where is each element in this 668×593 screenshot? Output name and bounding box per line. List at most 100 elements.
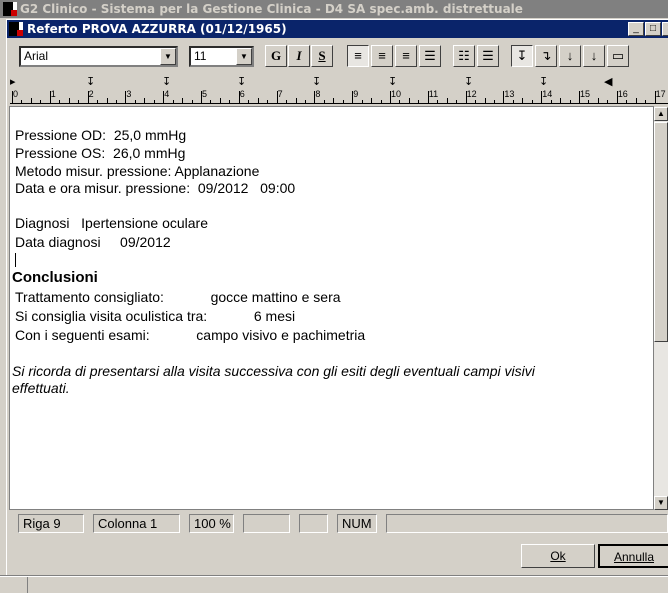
tab-stop-marker[interactable]: ↧ <box>539 75 548 88</box>
tab-stop-marker[interactable]: ↧ <box>86 75 95 88</box>
app-title-bar: G2 Clinico - Sistema per la Gestione Cli… <box>0 0 668 18</box>
note-line: effettuati. <box>12 380 70 396</box>
tab-stop-marker[interactable]: ↧ <box>237 75 246 88</box>
strike-button[interactable]: S <box>311 45 333 67</box>
status-column: Colonna 1 <box>93 514 180 533</box>
ruler-tick <box>361 100 363 103</box>
scroll-thumb[interactable] <box>654 122 668 342</box>
tab-stop-marker[interactable]: ↧ <box>388 75 397 88</box>
ruler-tick <box>569 100 571 103</box>
text-line: Metodo misur. pressione: Applanazione <box>15 163 260 179</box>
tab-stop-marker[interactable]: ↧ <box>464 75 473 88</box>
ruler-label: 15 <box>580 89 591 99</box>
ruler-tick <box>550 100 552 103</box>
ruler-tick <box>456 100 458 103</box>
italic-button[interactable]: I <box>288 45 310 67</box>
maximize-button[interactable]: □ <box>645 22 661 36</box>
bullet-list-button[interactable]: ☰ <box>477 45 499 67</box>
ruler-label: 5 <box>202 89 208 99</box>
ruler-tick <box>588 100 590 103</box>
justify-button[interactable]: ☰ <box>419 45 441 67</box>
ruler-tick <box>560 98 562 103</box>
ruler-label: 9 <box>353 89 359 99</box>
tab-stop-marker[interactable]: ↧ <box>312 75 321 88</box>
tab-stop-marker[interactable]: ↧ <box>162 75 171 88</box>
chevron-down-icon[interactable]: ▼ <box>236 48 252 65</box>
ruler-tick <box>475 100 477 103</box>
page-view-button[interactable]: ▭ <box>607 45 629 67</box>
ruler-tick <box>333 98 335 103</box>
ruler[interactable]: 0 1 2 3 4 5 6 7 8 9 10 11 12 13 14 15 16 17 <box>10 89 668 104</box>
tab-center-button[interactable]: ↓ <box>583 45 605 67</box>
tab-stops[interactable]: ▸ ↧ ↧ ↧ ↧ ↧ ↧ ↧ ◀ <box>10 73 668 89</box>
ruler-tick <box>380 100 382 103</box>
numbered-list-icon: ☷ <box>458 48 470 63</box>
left-indent-marker[interactable]: ▸ <box>10 75 16 88</box>
align-center-icon: ≡ <box>402 48 410 63</box>
ruler-tick <box>144 98 146 103</box>
tab-decimal-button[interactable]: ↓ <box>559 45 581 67</box>
cancel-label: Annulla <box>613 550 655 564</box>
ruler-tick <box>418 100 420 103</box>
chevron-down-icon[interactable]: ▼ <box>160 48 176 65</box>
ruler-label: 6 <box>239 89 245 99</box>
ruler-tick <box>295 98 297 103</box>
ruler-label: 10 <box>391 89 402 99</box>
right-indent-marker[interactable]: ◀ <box>604 75 612 88</box>
numbered-list-button[interactable]: ☷ <box>453 45 475 67</box>
ruler-tick <box>106 98 108 103</box>
text-line: Con i seguenti esami: campo visivo e pac… <box>15 327 366 343</box>
ruler-tick <box>408 98 410 103</box>
ruler-label: 8 <box>315 89 321 99</box>
status-empty <box>299 514 328 533</box>
window-title-bar: Referto PROVA AZZURRA (01/12/1965) <box>7 20 668 38</box>
conclusions-heading: Conclusioni <box>12 269 98 286</box>
tab-left-button[interactable]: ↧ <box>511 45 533 67</box>
text-line: Pressione OS: 26,0 mmHg <box>15 145 186 161</box>
align-left-button[interactable]: ≡ <box>347 45 369 67</box>
ruler-label: 0 <box>13 89 19 99</box>
ruler-tick <box>645 100 647 103</box>
tab-left-icon: ↧ <box>516 48 528 63</box>
text-line: Trattamento consigliato: gocce mattino e… <box>15 289 341 305</box>
ruler-label: 12 <box>466 89 477 99</box>
window-icon <box>9 22 23 36</box>
vertical-scrollbar[interactable]: ▲ ▼ <box>654 107 668 510</box>
scroll-up-icon[interactable]: ▲ <box>654 107 668 121</box>
ruler-label: 7 <box>277 89 283 99</box>
cancel-button[interactable]: Annulla <box>598 544 668 568</box>
ruler-tick <box>182 98 184 103</box>
ruler-tick <box>267 100 269 103</box>
text-line: Pressione OD: 25,0 mmHg <box>15 127 187 143</box>
minimize-button[interactable]: _ <box>628 22 644 36</box>
ruler-tick <box>635 98 637 103</box>
ruler-tick <box>531 100 533 103</box>
bold-button[interactable]: G <box>265 45 287 67</box>
ruler-tick <box>210 100 212 103</box>
ruler-label: 11 <box>428 89 439 99</box>
ruler-tick <box>286 100 288 103</box>
tab-right-icon: ↴ <box>540 48 552 63</box>
tab-center-icon: ↓ <box>590 48 598 63</box>
ruler-tick <box>342 100 344 103</box>
page-icon: ▭ <box>611 48 625 63</box>
align-right-button[interactable]: ≡ <box>371 45 393 67</box>
font-select[interactable]: Arial ▼ <box>19 46 178 67</box>
tab-right-button[interactable]: ↴ <box>535 45 557 67</box>
document-editor[interactable]: Pressione OD: 25,0 mmHg Pressione OS: 26… <box>9 106 654 510</box>
ruler-label: 2 <box>88 89 94 99</box>
ruler-tick <box>512 100 514 103</box>
align-center-button[interactable]: ≡ <box>395 45 417 67</box>
text-line: Diagnosi Ipertensione oculare <box>15 215 209 231</box>
bullet-list-icon: ☰ <box>482 48 494 63</box>
ruler-tick <box>304 100 306 103</box>
text-cursor <box>15 253 16 267</box>
note-line: Si ricorda di presentarsi alla visita su… <box>12 363 535 379</box>
font-size-select[interactable]: 11 ▼ <box>189 46 254 67</box>
close-button[interactable]: × <box>662 22 668 36</box>
ruler-tick <box>257 98 259 103</box>
tab-decimal-icon: ↓ <box>566 48 574 63</box>
ok-button[interactable]: Ok <box>521 544 595 568</box>
ruler-tick <box>219 98 221 103</box>
scroll-down-icon[interactable]: ▼ <box>654 496 668 510</box>
